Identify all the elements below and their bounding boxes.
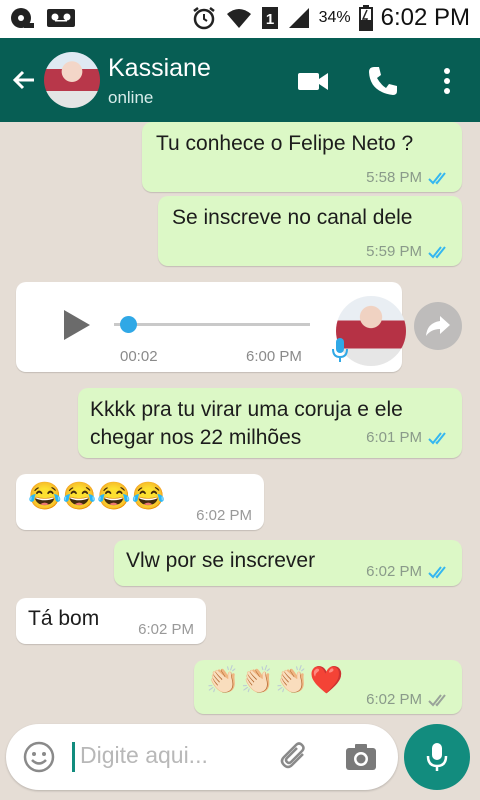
attachment-icon[interactable]	[278, 740, 312, 774]
message-meta: 5:59 PM	[366, 243, 450, 260]
message-time: 6:02 PM	[196, 507, 252, 524]
message-outgoing[interactable]: Tu conhece o Felipe Neto ? 5:58 PM	[142, 122, 462, 192]
read-ticks-icon	[428, 432, 446, 445]
read-ticks-icon	[428, 245, 446, 258]
delivered-ticks-icon	[428, 693, 446, 706]
contact-status: online	[108, 88, 154, 107]
message-meta: 6:01 PM	[366, 424, 450, 452]
battery-icon	[358, 5, 373, 31]
message-time: 5:58 PM	[366, 169, 422, 186]
message-text: Kkkk pra tu virar uma coruja e ele chega…	[90, 398, 403, 449]
message-meta: 6:02 PM	[196, 507, 252, 524]
contact-name[interactable]: Kassiane	[108, 54, 211, 83]
svg-text:1: 1	[265, 11, 273, 28]
message-outgoing[interactable]: Vlw por se inscrever 6:02 PM	[114, 540, 462, 586]
voice-duration: 00:02	[120, 348, 158, 365]
tape-icon	[47, 9, 75, 27]
microphone-icon	[426, 743, 448, 771]
message-meta: 6:02 PM	[366, 691, 450, 708]
sim-1-icon: 1	[261, 7, 278, 29]
read-ticks-icon	[428, 565, 446, 578]
message-text: Tu conhece o Felipe Neto ?	[156, 132, 414, 155]
message-text: Se inscreve no canal dele	[172, 206, 413, 229]
message-time: 6:00 PM	[246, 348, 302, 365]
emoji-icon[interactable]	[22, 740, 56, 774]
forward-icon	[426, 316, 450, 336]
message-text: 👏🏻👏🏻👏🏻❤️	[206, 665, 345, 695]
message-input[interactable]: Digite aqui...	[80, 742, 208, 769]
voicemail-icon	[11, 8, 34, 28]
voice-message[interactable]: 00:02 6:00 PM	[16, 282, 406, 372]
message-incoming[interactable]: Tá bom 6:02 PM	[16, 598, 206, 644]
message-time: 6:02 PM	[366, 691, 422, 708]
message-outgoing[interactable]: Se inscreve no canal dele 5:59 PM	[158, 196, 462, 266]
contact-avatar[interactable]	[44, 52, 100, 108]
message-meta: 6:02 PM	[138, 621, 194, 638]
message-time: 5:59 PM	[366, 243, 422, 260]
message-text: Vlw por se inscrever	[126, 549, 316, 572]
play-icon[interactable]	[60, 308, 92, 342]
message-time: 6:02 PM	[138, 621, 194, 638]
status-bar: 1 34% 6:02 PM	[0, 0, 480, 38]
text-cursor	[72, 742, 75, 772]
message-time: 6:01 PM	[366, 429, 422, 446]
video-call-icon[interactable]	[296, 64, 330, 98]
message-incoming[interactable]: 😂😂😂😂 6:02 PM	[16, 474, 264, 530]
camera-icon[interactable]	[344, 740, 378, 774]
forward-button[interactable]	[414, 302, 462, 350]
microphone-icon	[332, 338, 348, 362]
voice-progress-knob[interactable]	[120, 316, 137, 333]
message-text: Tá bom	[28, 607, 100, 630]
voice-record-button[interactable]	[404, 724, 470, 790]
back-arrow-icon[interactable]	[8, 64, 40, 96]
wifi-icon	[226, 9, 251, 28]
signal-icon	[288, 8, 309, 28]
message-meta: 5:58 PM	[366, 169, 450, 186]
message-outgoing[interactable]: Kkkk pra tu virar uma coruja e ele chega…	[78, 388, 462, 458]
message-text: 😂😂😂😂	[28, 481, 167, 511]
chat-header: Kassiane online	[0, 38, 480, 122]
voice-progress-track[interactable]	[114, 323, 310, 326]
message-outgoing[interactable]: 👏🏻👏🏻👏🏻❤️ 6:02 PM	[194, 660, 462, 714]
phone-icon[interactable]	[366, 64, 400, 98]
message-time: 6:02 PM	[366, 563, 422, 580]
battery-percent: 34%	[318, 9, 351, 26]
message-meta: 6:02 PM	[366, 563, 450, 580]
alarm-icon	[192, 7, 215, 30]
message-composer: Digite aqui...	[6, 724, 398, 790]
clock-time: 6:02 PM	[380, 4, 470, 31]
read-ticks-icon	[428, 171, 446, 184]
more-options-icon[interactable]	[430, 64, 464, 98]
